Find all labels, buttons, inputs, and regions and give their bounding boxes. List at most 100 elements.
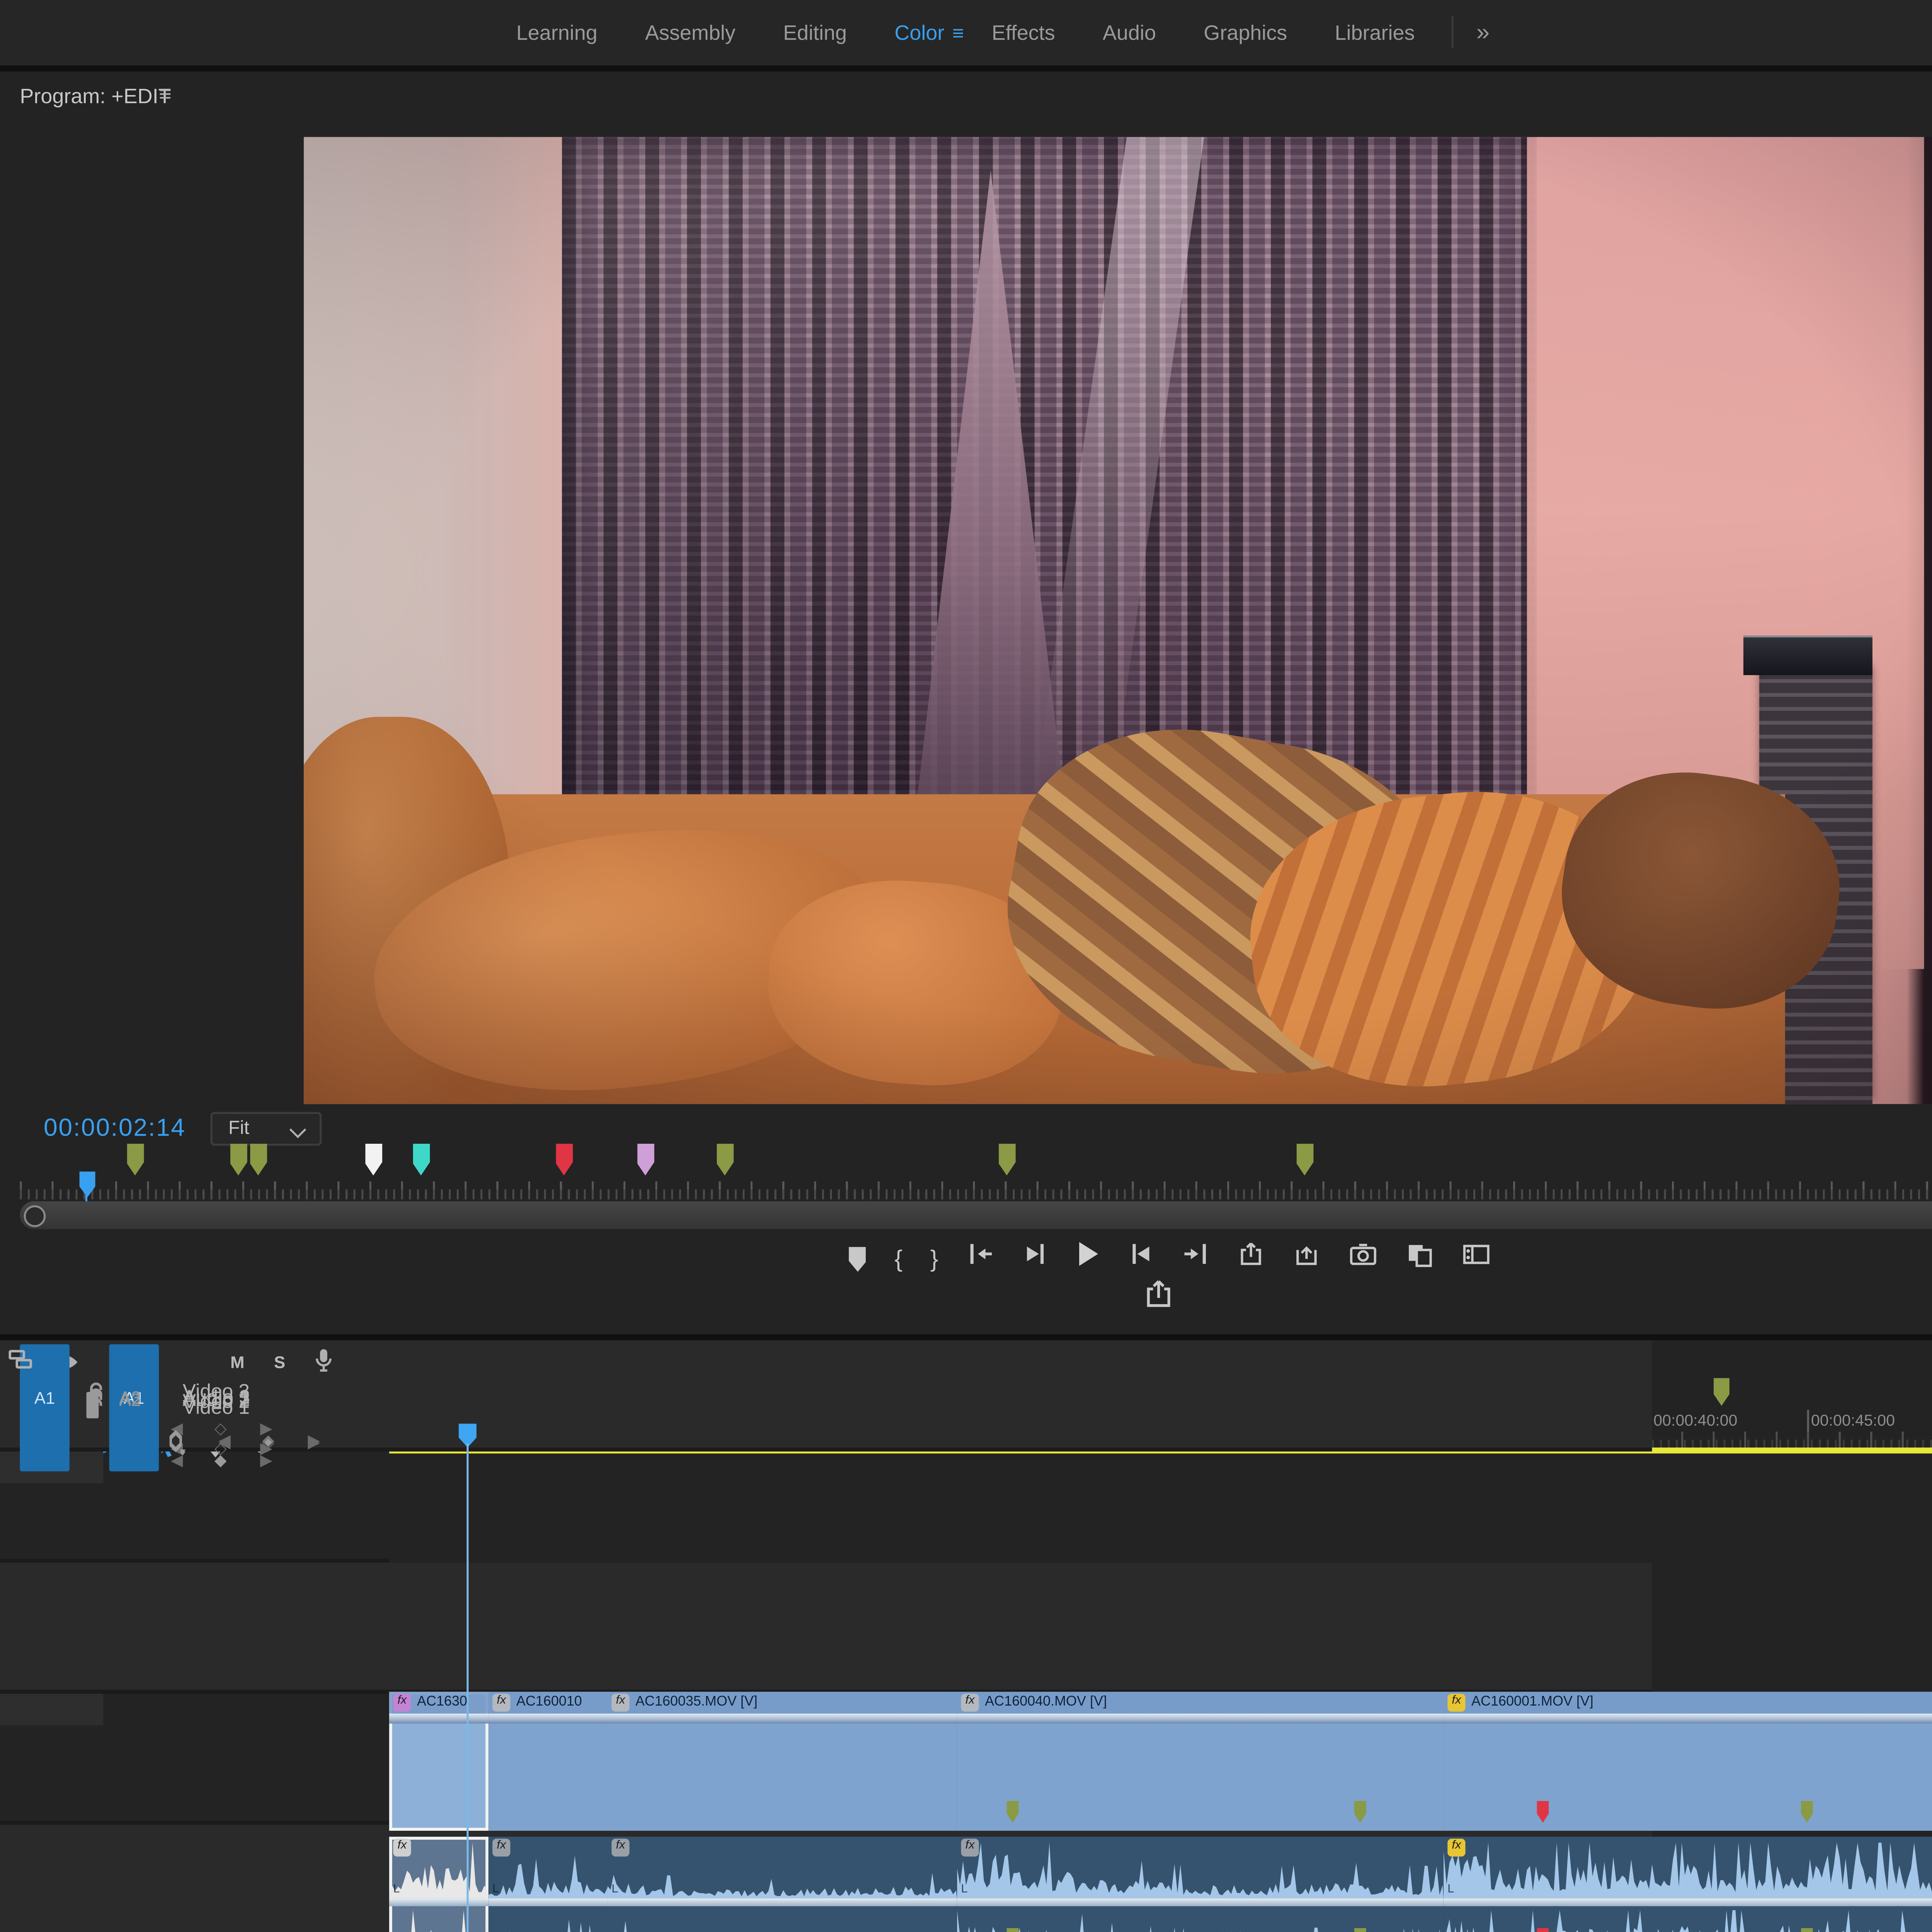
lane-divider-stripe: [488, 1898, 607, 1906]
sequence-marker[interactable]: [636, 1144, 654, 1175]
program-scrollbar[interactable]: [20, 1201, 1932, 1229]
channel-label: L: [393, 1884, 400, 1896]
audio-lane-left: fx L: [957, 1837, 1444, 1898]
fx-badge-icon[interactable]: fx: [393, 1839, 411, 1857]
audio-clip[interactable]: fx LR: [957, 1837, 1446, 1932]
workspace-tab-audio[interactable]: Audio: [1079, 4, 1180, 63]
fx-badge-icon[interactable]: fx: [961, 1694, 979, 1711]
program-panel-menu-icon[interactable]: ≡: [159, 83, 172, 107]
clip-name-bar: fx AC160035.MOV [V]: [607, 1692, 957, 1714]
audio-lane-right: R: [957, 1906, 1444, 1932]
audio-lane-left: fx L: [488, 1837, 607, 1898]
clip-marker[interactable]: [1537, 1928, 1549, 1932]
fx-badge-icon[interactable]: fx: [492, 1694, 510, 1711]
video-clip[interactable]: fx AC160035.MOV [V]: [607, 1692, 959, 1831]
audio-lane-right: R: [607, 1906, 957, 1932]
sequence-marker[interactable]: [555, 1144, 573, 1175]
sequence-marker[interactable]: [716, 1144, 734, 1175]
clip-marker[interactable]: [1354, 1928, 1366, 1932]
audio-clip[interactable]: fxLR: [488, 1837, 609, 1932]
audio-lane-right: R: [389, 1906, 488, 1932]
go-to-in-button[interactable]: [966, 1241, 994, 1277]
sequence-marker[interactable]: [364, 1144, 382, 1175]
clip-highlight-stripe: [957, 1714, 1444, 1724]
clip-highlight-stripe: [488, 1714, 607, 1724]
workspace-tabs: LearningAssemblyEditingColor≡EffectsAudi…: [492, 2, 1513, 63]
step-forward-button[interactable]: [1129, 1241, 1153, 1277]
workspace-tab-effects[interactable]: Effects: [968, 4, 1079, 63]
clip-highlight-stripe: [1444, 1714, 1932, 1724]
program-monitor-panel: Program: +EDIT ≡ 00:00:02:: [0, 71, 1932, 1334]
sequence-marker[interactable]: [249, 1144, 267, 1175]
program-marker-lane: [0, 1144, 1932, 1179]
workspace-tab-libraries[interactable]: Libraries: [1311, 4, 1439, 63]
clip-name-label: AC160035.MOV [V]: [635, 1695, 757, 1709]
workspace-bar: LearningAssemblyEditingColor≡EffectsAudi…: [0, 0, 1932, 71]
premiere-app-window: LearningAssemblyEditingColor≡EffectsAudi…: [0, 0, 1932, 1932]
sequence-marker[interactable]: [230, 1144, 247, 1175]
comparison-view-button[interactable]: [1461, 1241, 1490, 1277]
clip-name-bar: fx AC160010: [488, 1692, 607, 1714]
clip-name-label: AC1630: [417, 1695, 467, 1709]
clip-name-label: AC160040.MOV [V]: [985, 1695, 1107, 1709]
active-tab-menu-icon[interactable]: ≡: [952, 24, 964, 46]
play-button[interactable]: [1073, 1239, 1101, 1279]
sequence-marker[interactable]: [412, 1144, 430, 1175]
program-mini-ruler[interactable]: [20, 1177, 1932, 1199]
audio-clip[interactable]: fxL R: [607, 1837, 959, 1932]
lane-divider-stripe: [1444, 1898, 1932, 1906]
extract-button[interactable]: [1292, 1241, 1320, 1277]
video-clip[interactable]: fx AC160010: [488, 1692, 609, 1831]
timeline-playhead-line: [467, 1444, 469, 1932]
fx-badge-icon[interactable]: fx: [393, 1694, 411, 1711]
chevron-down-icon: [289, 1121, 306, 1138]
add-marker-button[interactable]: [849, 1246, 867, 1272]
mark-out-button[interactable]: }: [930, 1241, 939, 1277]
program-current-timecode[interactable]: 00:00:02:14: [44, 1114, 186, 1142]
export-frame-button[interactable]: [1347, 1241, 1377, 1277]
audio-lane-left: fx L: [389, 1837, 488, 1898]
sequence-marker[interactable]: [998, 1144, 1015, 1175]
video-clip[interactable]: fx AC160040.MOV [V]: [957, 1692, 1446, 1831]
go-to-out-button[interactable]: [1180, 1241, 1208, 1277]
fx-badge-icon[interactable]: fx: [612, 1839, 629, 1857]
clip-marker[interactable]: [1801, 1928, 1813, 1932]
zoom-level-select[interactable]: Fit: [211, 1112, 322, 1146]
lift-button[interactable]: [1236, 1241, 1264, 1277]
sequence-marker[interactable]: [1296, 1144, 1313, 1175]
scrollbar-left-handle[interactable]: [24, 1205, 46, 1227]
sequence-marker[interactable]: [126, 1144, 144, 1175]
fx-badge-icon[interactable]: fx: [492, 1839, 510, 1857]
multi-camera-button[interactable]: [1405, 1240, 1433, 1278]
clip-marker[interactable]: [1007, 1928, 1019, 1932]
workspace-overflow-button[interactable]: »: [1452, 2, 1514, 61]
clip-name-bar: fx AC1630: [389, 1692, 488, 1714]
workspace-tab-editing[interactable]: Editing: [759, 4, 871, 63]
vignette-overlay: [304, 137, 1932, 1104]
video-clip[interactable]: fx AC1630: [389, 1692, 490, 1831]
clip-name-label: AC160010: [516, 1695, 582, 1709]
audio-lane-left: fxL: [607, 1837, 957, 1898]
workspace-tab-assembly[interactable]: Assembly: [621, 4, 759, 63]
step-back-button[interactable]: [1022, 1241, 1046, 1277]
fx-badge-icon[interactable]: fx: [612, 1694, 629, 1711]
audio-lane-right: R: [1444, 1906, 1932, 1932]
channel-label: L: [961, 1884, 968, 1896]
channel-label: L: [1447, 1884, 1454, 1896]
video-clip[interactable]: fxAC160001.MOV [V]: [1444, 1692, 1932, 1831]
timeline-panel: × +EDIT ≡ 00:00:02:14 :00:0000:00:05:000…: [0, 1340, 1932, 1932]
lane-divider-stripe: [607, 1898, 957, 1906]
clip-name-bar: fxAC160001.MOV [V]: [1444, 1692, 1932, 1714]
workspace-tab-graphics[interactable]: Graphics: [1180, 4, 1311, 63]
workspace-tab-learning[interactable]: Learning: [492, 4, 621, 63]
fx-badge-icon[interactable]: fx: [1447, 1839, 1465, 1857]
audio-clip[interactable]: fx LR: [389, 1837, 490, 1932]
export-media-button[interactable]: [1144, 1279, 1173, 1318]
channel-label: L: [492, 1884, 499, 1896]
mark-in-button[interactable]: {: [895, 1241, 903, 1277]
fx-badge-icon[interactable]: fx: [1447, 1694, 1465, 1711]
clip-layer: fxAC1630fxAC160010fxAC160035.MOV [V]fxAC…: [0, 1340, 1932, 1932]
audio-clip[interactable]: fx LR: [1444, 1837, 1932, 1932]
fx-badge-icon[interactable]: fx: [961, 1839, 979, 1857]
clip-name-bar: fx AC160040.MOV [V]: [957, 1692, 1444, 1714]
